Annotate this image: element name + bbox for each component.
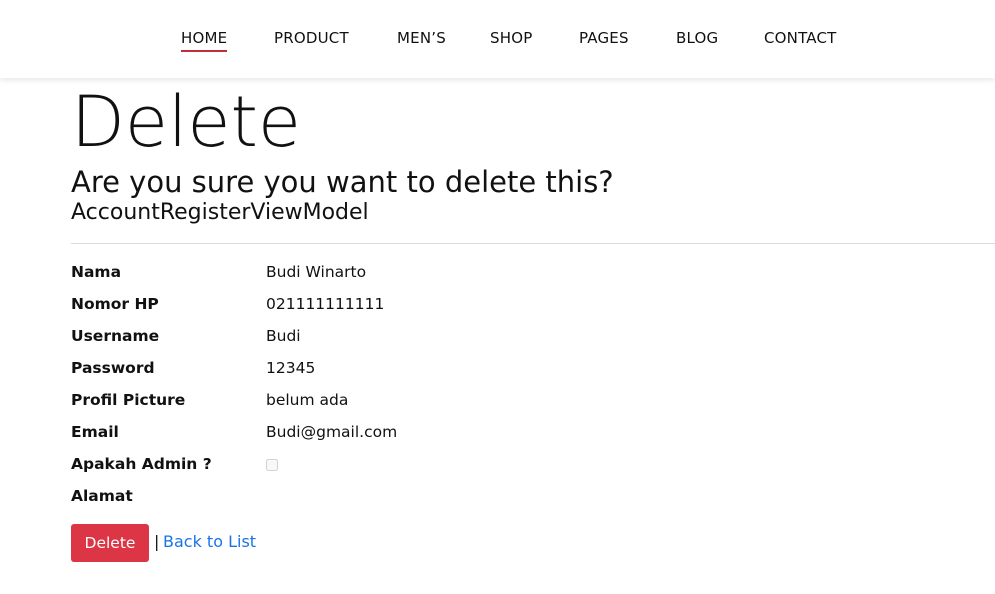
detail-row-profil-picture: Profil Picture belum ada <box>71 389 995 421</box>
model-name: AccountRegisterViewModel <box>71 200 369 225</box>
nav-item-contact[interactable]: CONTACT <box>764 28 837 48</box>
back-to-list-link[interactable]: Back to List <box>163 531 256 553</box>
nav-item-product[interactable]: PRODUCT <box>274 28 349 48</box>
detail-row-email: Email Budi@gmail.com <box>71 421 995 453</box>
nav-menu: HOME PRODUCT MEN’S SHOP PAGES BLOG CONTA… <box>0 28 995 52</box>
detail-value: belum ada <box>266 391 349 409</box>
detail-row-apakah-admin: Apakah Admin ? <box>71 453 995 485</box>
nav-item-pages[interactable]: PAGES <box>579 28 629 48</box>
detail-row-nama: Nama Budi Winarto <box>71 261 995 293</box>
detail-row-alamat: Alamat <box>71 485 995 517</box>
action-separator: | <box>154 532 160 551</box>
nav-item-home[interactable]: HOME <box>181 28 228 52</box>
is-admin-checkbox <box>266 459 278 471</box>
detail-label: Email <box>71 423 119 441</box>
detail-row-password: Password 12345 <box>71 357 995 389</box>
nav-item-shop[interactable]: SHOP <box>490 28 532 48</box>
detail-value: Budi@gmail.com <box>266 423 398 441</box>
detail-value: Budi Winarto <box>266 263 367 281</box>
detail-row-nomor-hp: Nomor HP 021111111111 <box>71 293 995 325</box>
confirm-question: Are you sure you want to delete this? <box>71 165 614 199</box>
nav-item-mens[interactable]: MEN’S <box>397 28 446 48</box>
detail-row-username: Username Budi <box>71 325 995 357</box>
detail-label: Password <box>71 359 155 377</box>
detail-value: 021111111111 <box>266 295 385 313</box>
delete-button[interactable]: Delete <box>71 524 149 562</box>
form-actions: Delete | Back to List <box>71 524 471 562</box>
detail-label: Username <box>71 327 160 345</box>
nav-item-blog[interactable]: BLOG <box>676 28 718 48</box>
detail-label: Apakah Admin ? <box>71 455 212 473</box>
detail-value: Budi <box>266 327 301 345</box>
page-title: Delete <box>71 81 301 163</box>
detail-label: Nomor HP <box>71 295 159 313</box>
detail-label: Profil Picture <box>71 391 186 409</box>
detail-label: Nama <box>71 263 122 281</box>
detail-value: 12345 <box>266 359 316 377</box>
divider <box>71 243 995 244</box>
detail-label: Alamat <box>71 487 133 505</box>
top-navbar: HOME PRODUCT MEN’S SHOP PAGES BLOG CONTA… <box>0 0 995 78</box>
